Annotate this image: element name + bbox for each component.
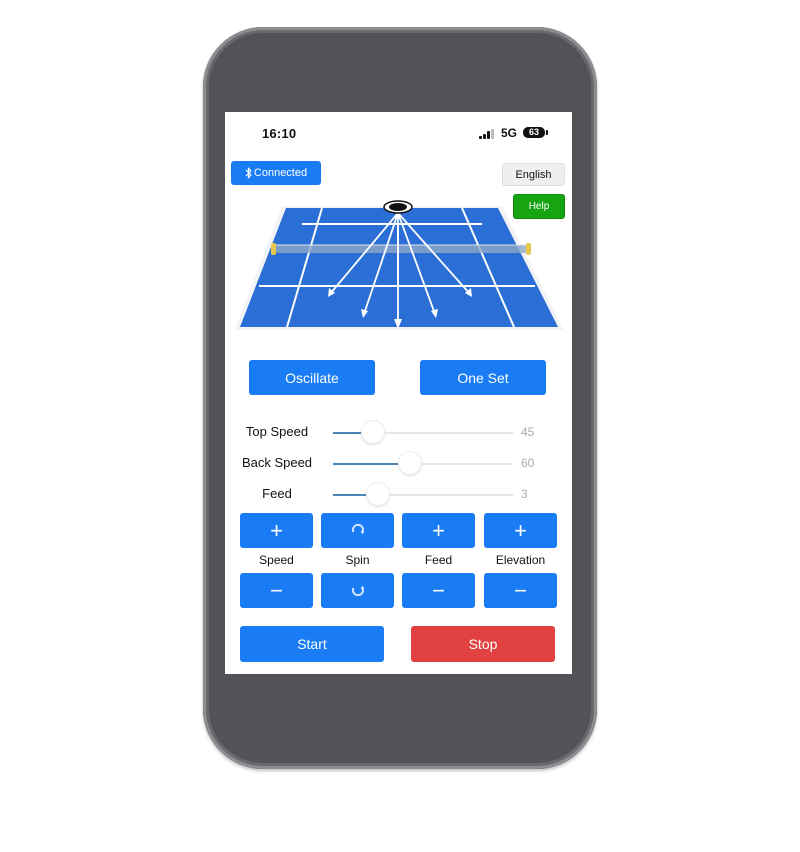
- plus-icon: +: [514, 517, 527, 543]
- battery-icon: 63: [523, 127, 545, 138]
- slider-thumb[interactable]: [360, 420, 385, 444]
- slider-label: Back Speed: [241, 455, 313, 470]
- slider-thumb[interactable]: [366, 482, 390, 506]
- slider-thumb[interactable]: [398, 451, 423, 475]
- slider-value: 60: [521, 456, 535, 470]
- slider-track[interactable]: [333, 420, 513, 444]
- minus-icon: −: [514, 577, 527, 603]
- court-diagram[interactable]: [232, 198, 566, 332]
- ball-machine-icon: [383, 200, 413, 214]
- status-time: 16:10: [262, 126, 297, 141]
- language-button[interactable]: English: [502, 163, 565, 186]
- feed-decrease-button[interactable]: −: [402, 573, 475, 608]
- spin-increase-button[interactable]: [321, 513, 394, 548]
- control-label: Spin: [345, 553, 370, 567]
- spin-decrease-button[interactable]: [321, 573, 394, 608]
- control-label: Speed: [259, 553, 294, 567]
- connected-label: Connected: [253, 167, 308, 179]
- minus-icon: −: [432, 577, 445, 603]
- slider-track[interactable]: [333, 451, 513, 475]
- feed-increase-button[interactable]: +: [402, 513, 475, 548]
- one-set-button[interactable]: One Set: [420, 360, 546, 395]
- bluetooth-icon: [245, 167, 252, 179]
- elevation-decrease-button[interactable]: −: [484, 573, 557, 608]
- connected-button[interactable]: Connected: [231, 161, 321, 185]
- speed-increase-button[interactable]: +: [240, 513, 313, 548]
- battery-tip: [546, 130, 548, 135]
- backspin-icon: [350, 578, 366, 604]
- minus-icon: −: [270, 577, 283, 603]
- plus-icon: +: [270, 517, 283, 543]
- control-label: Feed: [424, 553, 453, 567]
- slider-track[interactable]: [333, 482, 513, 506]
- speed-decrease-button[interactable]: −: [240, 573, 313, 608]
- stop-button[interactable]: Stop: [411, 626, 555, 662]
- slider-value: 45: [521, 425, 535, 439]
- slider-value: 3: [521, 487, 528, 501]
- plus-icon: +: [432, 517, 445, 543]
- oscillate-button[interactable]: Oscillate: [249, 360, 375, 395]
- network-type: 5G: [501, 126, 518, 140]
- app-screen: 16:10 5G 63 Connected English Help Oscil…: [225, 112, 572, 674]
- slider-label: Feed: [262, 486, 292, 501]
- signal-icon: [479, 129, 495, 139]
- control-label: Elevation: [495, 553, 546, 567]
- start-button[interactable]: Start: [240, 626, 384, 662]
- elevation-increase-button[interactable]: +: [484, 513, 557, 548]
- slider-label: Top Speed: [245, 424, 309, 439]
- topspin-icon: [350, 518, 366, 544]
